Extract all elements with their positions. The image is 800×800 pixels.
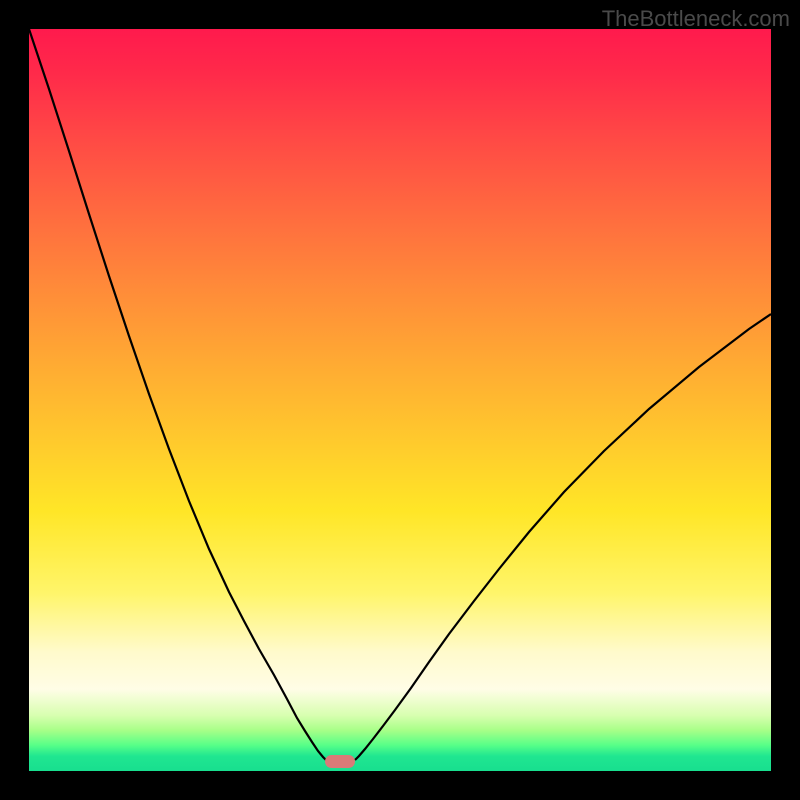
- plot-area: [29, 29, 771, 771]
- curve-right: [355, 314, 771, 760]
- curve-layer: [29, 29, 771, 771]
- bottleneck-marker: [325, 755, 355, 768]
- curve-left: [29, 29, 326, 760]
- watermark-text: TheBottleneck.com: [602, 6, 790, 32]
